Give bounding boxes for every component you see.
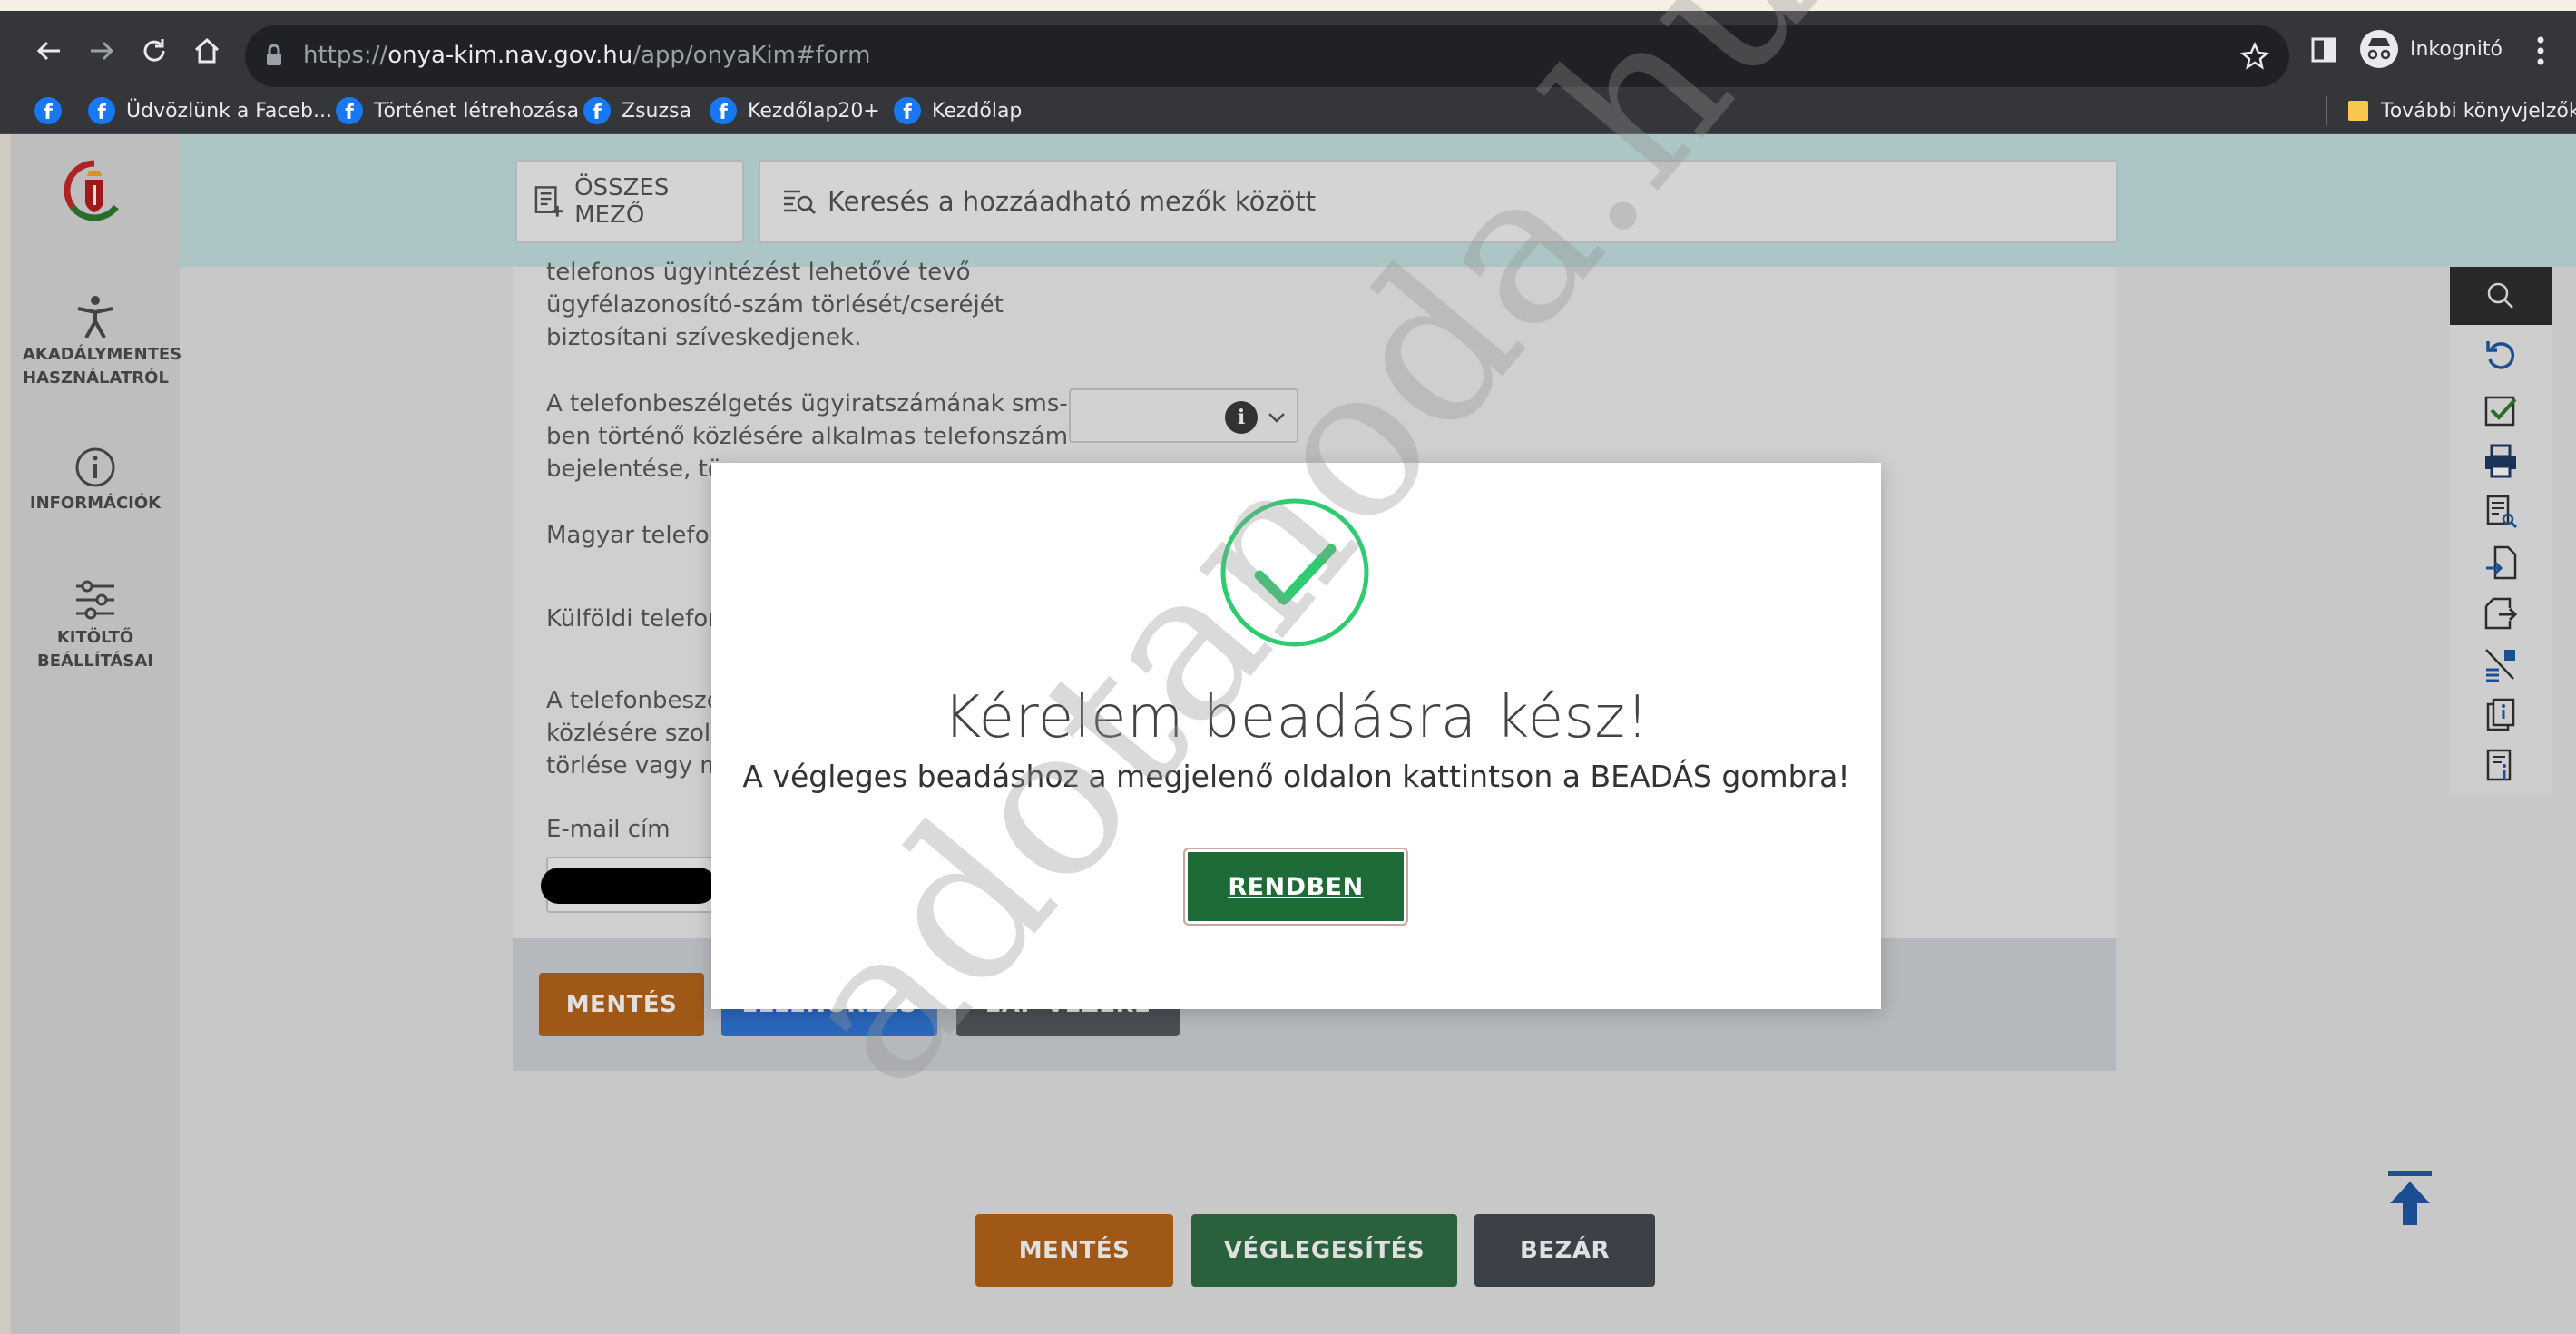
- back-icon[interactable]: [33, 34, 65, 67]
- bookmark-item[interactable]: f Kezdőlap20+: [710, 87, 880, 134]
- reload-icon[interactable]: [138, 34, 171, 67]
- facebook-icon: f: [336, 97, 363, 124]
- facebook-icon: f: [710, 97, 737, 124]
- other-bookmarks[interactable]: További könyvjelzők: [2346, 87, 2576, 134]
- bookmark-item[interactable]: f Üdvözlünk a Faceb...: [88, 87, 332, 134]
- bookmark-facebook-home[interactable]: f: [34, 87, 62, 134]
- facebook-icon: f: [583, 97, 611, 124]
- profile-label: Inkognitó: [2410, 37, 2503, 61]
- browser-toolbar: https://onya-kim.nav.gov.hu/app/onyaKim#…: [0, 11, 2576, 87]
- dialog-title: Kérelem beadásra kész!: [943, 684, 1650, 751]
- bookmark-item[interactable]: f Történet létrehozása: [336, 87, 579, 134]
- lock-icon: [267, 44, 281, 65]
- dialog-message: A végleges beadáshoz a megjelenő oldalon…: [742, 759, 1850, 794]
- facebook-icon: f: [894, 97, 921, 124]
- bookmark-item[interactable]: f Zsuzsa: [583, 87, 691, 134]
- url-text: https://onya-kim.nav.gov.hu/app/onyaKim#…: [303, 42, 871, 69]
- bookmarks-divider: [2326, 96, 2327, 125]
- home-icon[interactable]: [191, 34, 223, 67]
- bookmark-item[interactable]: f Kezdőlap: [894, 87, 1022, 134]
- incognito-profile[interactable]: Inkognitó: [2359, 27, 2503, 71]
- success-check-icon: [1220, 498, 1369, 647]
- bookmark-star-icon[interactable]: [2240, 42, 2269, 71]
- menu-dots-icon[interactable]: [2532, 33, 2550, 69]
- incognito-icon: [2360, 30, 2398, 68]
- bookmarks-bar: f f Üdvözlünk a Faceb... f Történet létreh…: [0, 87, 2576, 134]
- forward-icon[interactable]: [85, 34, 118, 67]
- facebook-icon: f: [34, 97, 62, 124]
- window-top-strip: [0, 0, 2576, 11]
- facebook-icon: f: [88, 97, 115, 124]
- address-bar[interactable]: https://onya-kim.nav.gov.hu/app/onyaKim#…: [245, 25, 2289, 87]
- side-panel-icon[interactable]: [2310, 36, 2337, 64]
- folder-icon: [2348, 101, 2368, 121]
- ok-button[interactable]: RENDBEN: [1183, 848, 1408, 926]
- success-dialog: Kérelem beadásra kész! A végleges beadás…: [711, 463, 1881, 1009]
